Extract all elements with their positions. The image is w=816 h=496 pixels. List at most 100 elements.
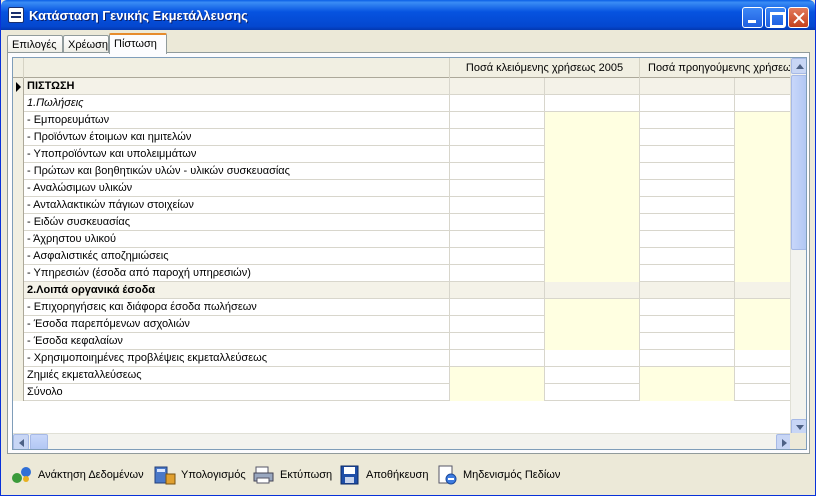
cell-previous-year-2[interactable] — [735, 112, 793, 129]
cell-current-year[interactable] — [450, 95, 545, 112]
load-data-button[interactable]: Ανάκτηση Δεδομένων — [11, 463, 151, 487]
cell-current-year-2[interactable] — [545, 231, 640, 248]
cell-current-year[interactable] — [450, 146, 545, 163]
cell-current-year[interactable] — [450, 282, 545, 299]
table-row[interactable]: Ζημιές εκμεταλλεύσεως — [13, 367, 793, 384]
cell-previous-year-2[interactable] — [735, 333, 793, 350]
cell-previous-year[interactable] — [640, 231, 735, 248]
table-row[interactable]: ΠΙΣΤΩΣΗ — [13, 78, 793, 95]
row-selector[interactable] — [13, 214, 24, 231]
cell-previous-year-2[interactable] — [735, 180, 793, 197]
save-button[interactable]: Αποθήκευση — [339, 463, 431, 487]
cell-current-year[interactable] — [450, 265, 545, 282]
row-selector[interactable] — [13, 231, 24, 248]
vertical-scrollbar[interactable] — [790, 58, 806, 435]
cell-current-year-2[interactable] — [545, 95, 640, 112]
row-selector[interactable] — [13, 129, 24, 146]
cell-previous-year-2[interactable] — [735, 78, 793, 95]
cell-previous-year[interactable] — [640, 265, 735, 282]
cell-current-year-2[interactable] — [545, 197, 640, 214]
scroll-up-button[interactable] — [791, 58, 806, 74]
row-selector[interactable] — [13, 384, 24, 401]
cell-previous-year-2[interactable] — [735, 282, 793, 299]
table-row[interactable]: - Προϊόντων έτοιμων και ημιτελών — [13, 129, 793, 146]
table-row[interactable]: - Χρησιμοποιημένες προβλέψεις εκμεταλλεύ… — [13, 350, 793, 367]
cell-previous-year[interactable] — [640, 197, 735, 214]
row-selector[interactable] — [13, 299, 24, 316]
clear-fields-button[interactable]: Μηδενισμός Πεδίων — [436, 463, 561, 487]
table-row[interactable]: - Ειδών συσκευασίας — [13, 214, 793, 231]
cell-previous-year-2[interactable] — [735, 299, 793, 316]
tab-credit[interactable]: Πίστωση — [109, 33, 167, 54]
cell-previous-year[interactable] — [640, 316, 735, 333]
cell-previous-year-2[interactable] — [735, 231, 793, 248]
cell-previous-year[interactable] — [640, 129, 735, 146]
cell-current-year[interactable] — [450, 248, 545, 265]
cell-current-year[interactable] — [450, 316, 545, 333]
column-header-description[interactable] — [24, 58, 450, 78]
table-row[interactable]: 1.Πωλήσεις — [13, 95, 793, 112]
row-selector[interactable] — [13, 265, 24, 282]
cell-current-year[interactable] — [450, 367, 545, 384]
cell-current-year[interactable] — [450, 180, 545, 197]
cell-previous-year[interactable] — [640, 214, 735, 231]
row-selector[interactable] — [13, 350, 24, 367]
cell-previous-year[interactable] — [640, 384, 735, 401]
cell-previous-year[interactable] — [640, 95, 735, 112]
table-row[interactable]: - Εμπορευμάτων — [13, 112, 793, 129]
title-bar[interactable]: Κατάσταση Γενικής Εκμετάλλευσης — [1, 0, 815, 30]
column-header-previous-year[interactable]: Ποσά προηγούμενης χρήσεως — [640, 58, 793, 78]
cell-current-year-2[interactable] — [545, 163, 640, 180]
cell-current-year[interactable] — [450, 231, 545, 248]
row-selector[interactable] — [13, 95, 24, 112]
cell-current-year-2[interactable] — [545, 248, 640, 265]
tab-debit[interactable]: Χρέωση — [63, 35, 109, 53]
row-selector[interactable] — [13, 112, 24, 129]
row-selector[interactable] — [13, 78, 24, 95]
cell-current-year-2[interactable] — [545, 112, 640, 129]
cell-current-year[interactable] — [450, 384, 545, 401]
cell-previous-year[interactable] — [640, 180, 735, 197]
vertical-scroll-thumb[interactable] — [791, 75, 806, 250]
cell-previous-year-2[interactable] — [735, 129, 793, 146]
tab-options[interactable]: Επιλογές — [7, 35, 63, 53]
cell-current-year-2[interactable] — [545, 282, 640, 299]
table-row[interactable]: Σύνολο — [13, 384, 793, 401]
maximize-button[interactable] — [765, 7, 786, 28]
table-row[interactable]: - Ανταλλακτικών πάγιων στοιχείων — [13, 197, 793, 214]
row-selector[interactable] — [13, 146, 24, 163]
cell-current-year[interactable] — [450, 78, 545, 95]
cell-previous-year-2[interactable] — [735, 316, 793, 333]
cell-previous-year[interactable] — [640, 112, 735, 129]
cell-current-year-2[interactable] — [545, 180, 640, 197]
cell-previous-year-2[interactable] — [735, 95, 793, 112]
cell-current-year-2[interactable] — [545, 350, 640, 367]
cell-previous-year-2[interactable] — [735, 146, 793, 163]
cell-current-year[interactable] — [450, 197, 545, 214]
table-row[interactable]: - Επιχορηγήσεις και διάφορα έσοδα πωλήσε… — [13, 299, 793, 316]
calculate-button[interactable]: Υπολογισμός — [154, 463, 249, 487]
table-row[interactable]: - Έσοδα παρεπόμενων ασχολιών — [13, 316, 793, 333]
horizontal-scroll-thumb[interactable] — [30, 434, 48, 449]
row-selector[interactable] — [13, 333, 24, 350]
row-selector[interactable] — [13, 163, 24, 180]
scroll-left-button[interactable] — [13, 434, 29, 449]
column-header-current-year[interactable]: Ποσά κλειόμενης χρήσεως 2005 — [450, 58, 640, 78]
cell-previous-year-2[interactable] — [735, 214, 793, 231]
cell-current-year[interactable] — [450, 129, 545, 146]
row-selector[interactable] — [13, 282, 24, 299]
cell-previous-year[interactable] — [640, 163, 735, 180]
table-row[interactable]: 2.Λοιπά οργανικά έσοδα — [13, 282, 793, 299]
table-row[interactable]: - Πρώτων και βοηθητικών υλών - υλικών συ… — [13, 163, 793, 180]
table-row[interactable]: - Αναλώσιμων υλικών — [13, 180, 793, 197]
cell-previous-year-2[interactable] — [735, 265, 793, 282]
cell-current-year[interactable] — [450, 350, 545, 367]
cell-current-year[interactable] — [450, 333, 545, 350]
cell-previous-year[interactable] — [640, 248, 735, 265]
print-button[interactable]: Εκτύπωση — [253, 463, 335, 487]
cell-previous-year-2[interactable] — [735, 248, 793, 265]
row-selector[interactable] — [13, 180, 24, 197]
row-selector[interactable] — [13, 197, 24, 214]
cell-previous-year-2[interactable] — [735, 384, 793, 401]
table-row[interactable]: - Υπηρεσιών (έσοδα από παροχή υπηρεσιών) — [13, 265, 793, 282]
